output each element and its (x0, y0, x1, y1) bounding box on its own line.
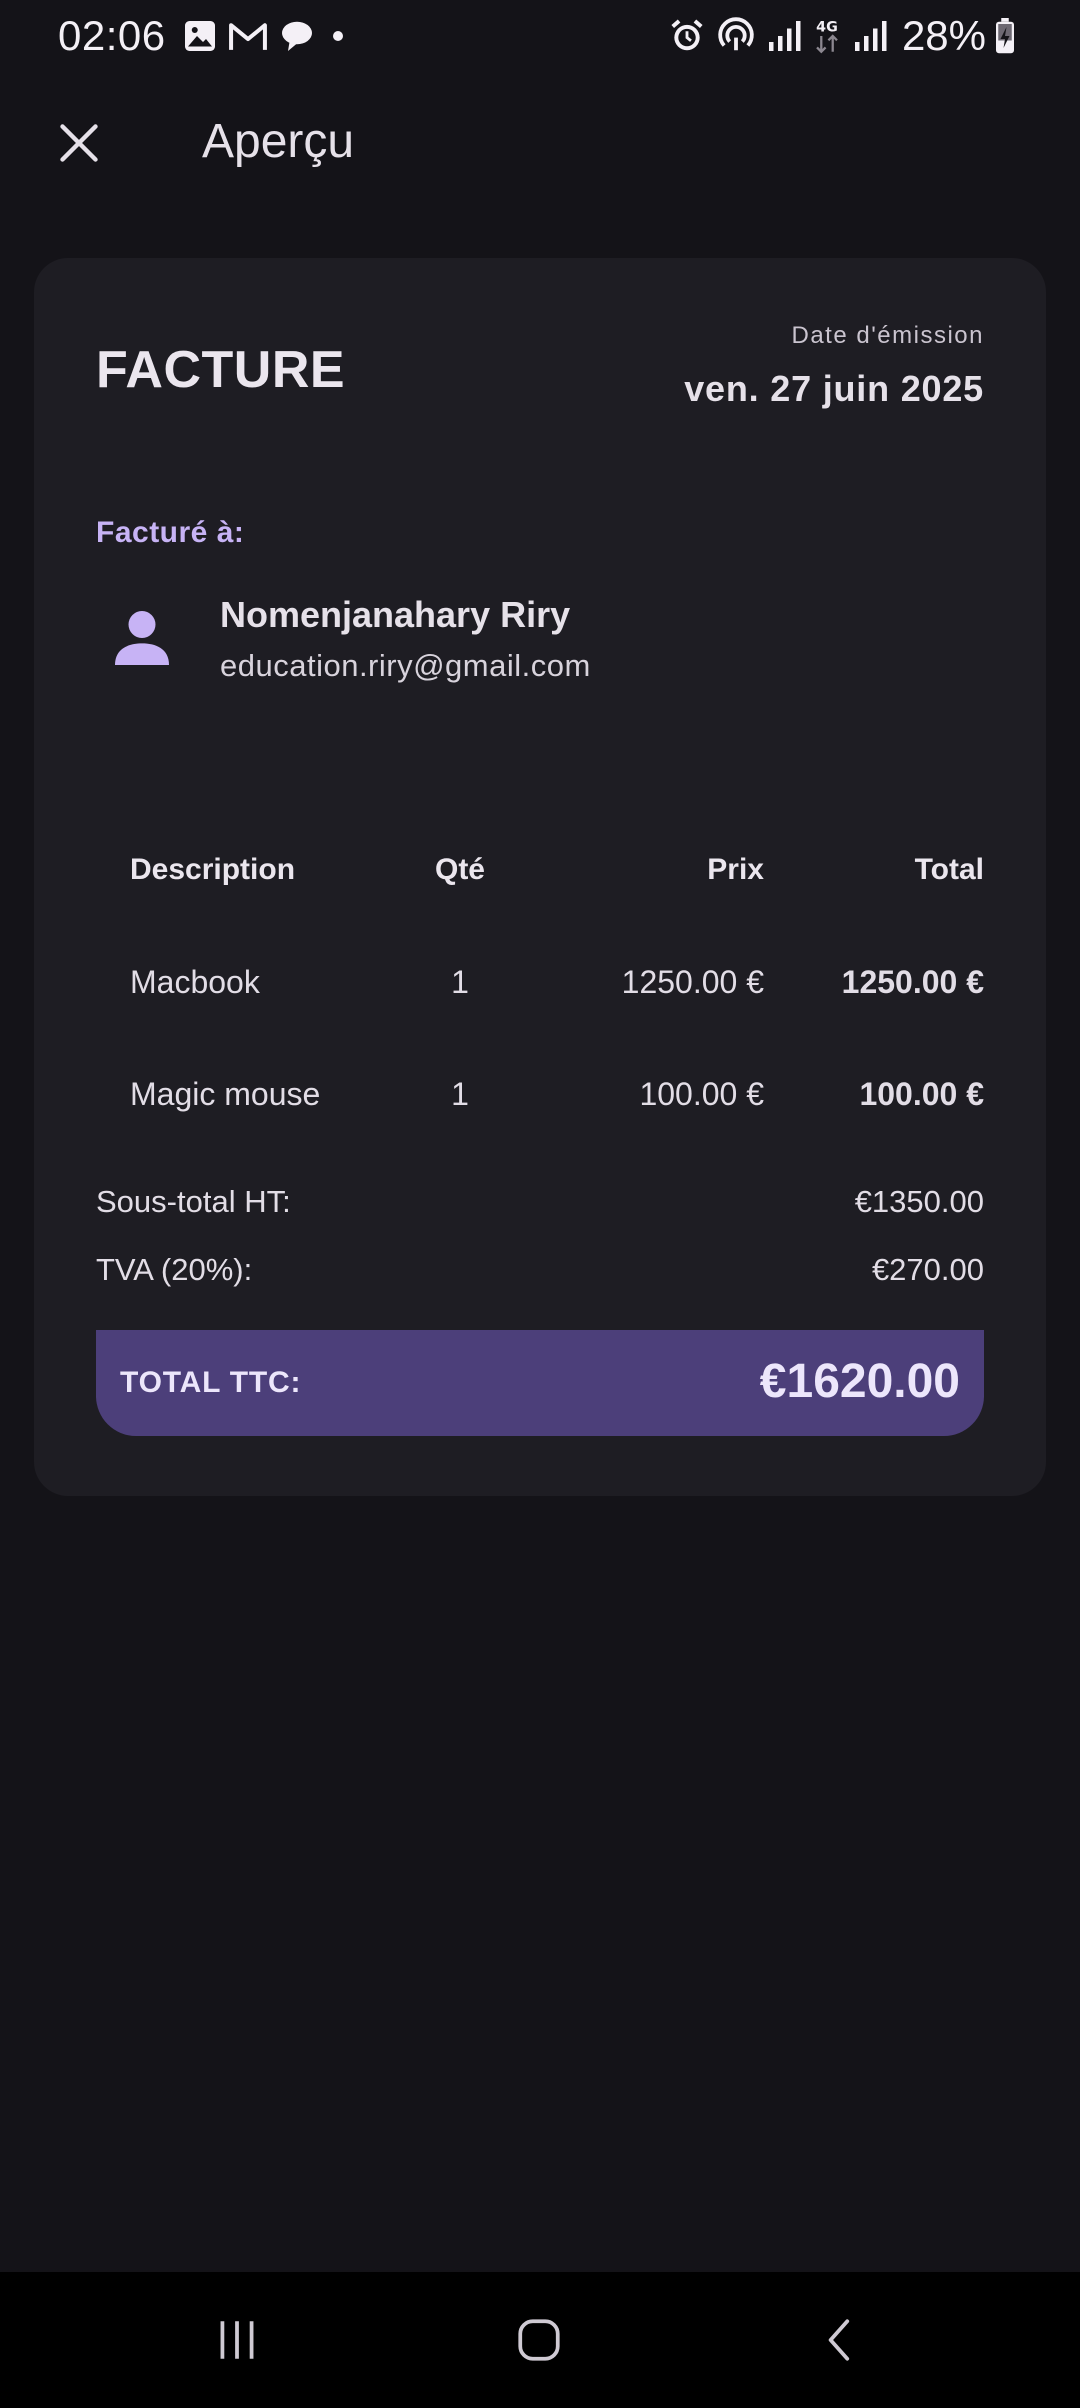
row-price: 100.00 € (639, 1076, 764, 1112)
status-left: 02:06 (58, 12, 360, 60)
subtotal-row: Sous-total HT: €1350.00 (96, 1184, 984, 1220)
vat-row: TVA (20%): €270.00 (96, 1252, 984, 1288)
header-qty: Qté (434, 853, 485, 886)
chat-icon (278, 18, 316, 54)
status-bar: 02:06 4G 28% (0, 0, 1080, 72)
row-qty: 1 (451, 1076, 469, 1112)
status-time: 02:06 (58, 12, 166, 59)
signal-icon (852, 18, 888, 54)
person-icon (106, 602, 178, 674)
home-icon (514, 2315, 564, 2370)
image-icon (182, 18, 218, 54)
issue-date-value: ven. 27 juin 2025 (684, 368, 984, 409)
table-row: Macbook 1 1250.00 € 1250.00 € (130, 926, 984, 1038)
row-description: Macbook (130, 964, 260, 1000)
issue-date-label: Date d'émission (791, 322, 984, 349)
alarm-icon (668, 17, 706, 55)
close-icon (57, 121, 101, 170)
battery-percentage: 28% (901, 12, 986, 59)
billed-to-label: Facturé à: (96, 516, 245, 549)
vat-value: €270.00 (871, 1252, 984, 1287)
recents-button[interactable] (192, 2302, 282, 2382)
subtotal-label: Sous-total HT: (96, 1184, 291, 1219)
invoice-heading: FACTURE (96, 341, 346, 399)
system-navigation-bar (0, 2272, 1080, 2408)
client-name: Nomenjanahary Riry (220, 594, 571, 635)
hotspot-icon (716, 17, 756, 55)
table-header-row: Description Qté Prix Total (130, 814, 984, 926)
invoice-preview-screen: 02:06 4G 28% Aperçu FACTURE Date d'émiss… (0, 0, 1080, 2408)
client-email: education.riry@gmail.com (220, 648, 591, 683)
network-4g-text: 4G (816, 20, 838, 36)
back-icon (816, 2315, 866, 2370)
home-button[interactable] (494, 2302, 584, 2382)
top-app-bar: Aperçu (0, 100, 1080, 190)
invoice-items-table: Description Qté Prix Total Macbook 1 125… (130, 814, 984, 1150)
network-4g-icon: 4G (812, 16, 842, 56)
status-right: 4G 28% (668, 12, 1026, 60)
gmail-icon (228, 18, 268, 54)
header-total: Total (914, 853, 984, 886)
header-description: Description (130, 853, 296, 886)
grand-total-value: €1620.00 (759, 1355, 960, 1408)
signal-icon (766, 18, 802, 54)
dot-icon (326, 18, 350, 54)
invoice-card: FACTURE Date d'émission ven. 27 juin 202… (34, 258, 1046, 1496)
grand-total-bar: TOTAL TTC: €1620.00 (96, 1330, 984, 1436)
battery-charging-icon (994, 18, 1016, 54)
recents-icon (212, 2315, 262, 2370)
table-row: Magic mouse 1 100.00 € 100.00 € (130, 1038, 984, 1150)
row-total: 100.00 € (859, 1076, 984, 1112)
header-price: Prix (707, 853, 764, 886)
page-title: Aperçu (202, 115, 355, 168)
row-description: Magic mouse (130, 1076, 321, 1112)
row-total: 1250.00 € (841, 964, 984, 1000)
subtotal-value: €1350.00 (854, 1184, 984, 1219)
back-button[interactable] (796, 2302, 886, 2382)
grand-total-label: TOTAL TTC: (120, 1366, 302, 1399)
close-button[interactable] (48, 114, 110, 176)
row-price: 1250.00 € (621, 964, 764, 1000)
row-qty: 1 (451, 964, 469, 1000)
vat-label: TVA (20%): (96, 1252, 253, 1287)
